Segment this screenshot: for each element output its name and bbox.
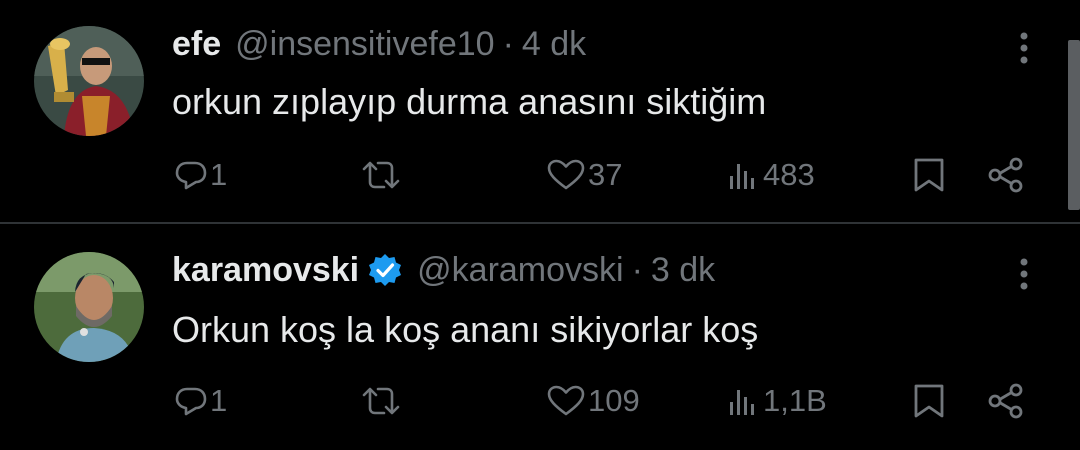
- like-button[interactable]: 37: [546, 150, 622, 200]
- retweet-button[interactable]: [360, 150, 404, 200]
- reply-button[interactable]: 1: [174, 376, 227, 426]
- view-count: 483: [763, 157, 815, 192]
- like-button[interactable]: 109: [546, 376, 640, 426]
- author-handle[interactable]: @insensitivefe10: [235, 24, 494, 64]
- avatar-image: [34, 252, 144, 362]
- tweet-header: efe @insensitivefe10 · 4 dk: [172, 24, 586, 64]
- more-vertical-icon: [1020, 258, 1028, 290]
- tweet-text: Orkun koş la koş ananı sikiyorlar koş: [172, 309, 759, 350]
- retweet-icon: [362, 161, 400, 189]
- reply-count: 1: [210, 383, 228, 418]
- bookmark-button[interactable]: [912, 376, 946, 426]
- tweet-text: orkun zıplayıp durma anasını siktiğim: [172, 81, 767, 122]
- author-name[interactable]: karamovski: [172, 250, 359, 290]
- timestamp[interactable]: 3 dk: [651, 250, 715, 290]
- tweet[interactable]: efe @insensitivefe10 · 4 dk orkun zıplay…: [0, 0, 1080, 222]
- heart-icon: [547, 159, 585, 190]
- author-name[interactable]: efe: [172, 24, 221, 64]
- more-options-button[interactable]: [1012, 30, 1036, 70]
- tweet[interactable]: karamovski @karamovski · 3 dk Orkun koş …: [0, 224, 1080, 450]
- share-icon: [988, 383, 1023, 419]
- views-button[interactable]: 483: [727, 150, 815, 200]
- heart-icon: [547, 385, 585, 416]
- share-button[interactable]: [986, 150, 1026, 200]
- bookmark-icon: [914, 158, 944, 192]
- avatar[interactable]: [34, 26, 144, 136]
- reply-count: 1: [210, 157, 228, 192]
- like-count: 37: [588, 157, 623, 192]
- reply-button[interactable]: 1: [174, 150, 227, 200]
- scrollbar[interactable]: [1068, 40, 1080, 210]
- share-icon: [988, 157, 1023, 193]
- views-icon: [730, 390, 754, 415]
- tweet-actions: 1 37 483: [0, 150, 1080, 200]
- verified-badge-icon: [369, 254, 402, 286]
- avatar-image: [34, 26, 144, 136]
- views-icon: [730, 164, 754, 189]
- reply-icon: [175, 387, 207, 416]
- tweet-header: karamovski @karamovski · 3 dk: [172, 250, 715, 290]
- share-button[interactable]: [986, 376, 1026, 426]
- views-button[interactable]: 1,1B: [727, 376, 827, 426]
- author-handle[interactable]: @karamovski: [417, 250, 623, 290]
- like-count: 109: [588, 383, 640, 418]
- more-options-button[interactable]: [1012, 256, 1036, 296]
- bookmark-icon: [914, 384, 944, 418]
- tweet-actions: 1 109 1,1B: [0, 376, 1080, 426]
- avatar[interactable]: [34, 252, 144, 362]
- separator-dot: ·: [502, 25, 514, 63]
- reply-icon: [175, 161, 207, 190]
- bookmark-button[interactable]: [912, 150, 946, 200]
- retweet-icon: [362, 387, 400, 415]
- retweet-button[interactable]: [360, 376, 404, 426]
- separator-dot: ·: [631, 251, 643, 289]
- view-count: 1,1B: [763, 383, 827, 418]
- timestamp[interactable]: 4 dk: [522, 24, 586, 64]
- more-vertical-icon: [1020, 32, 1028, 64]
